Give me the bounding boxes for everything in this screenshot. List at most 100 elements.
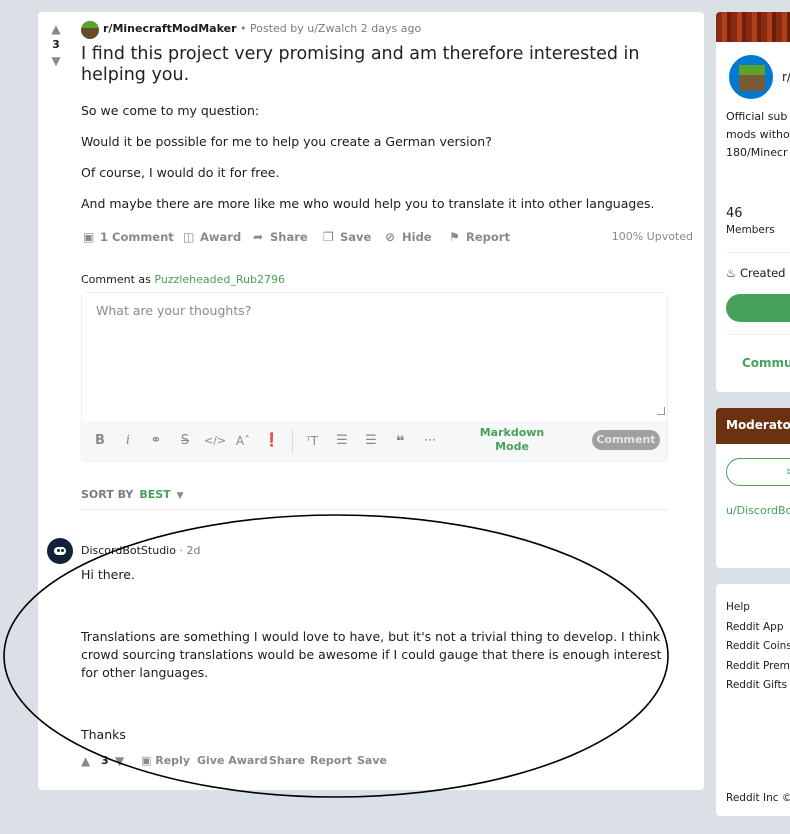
footer-links-card: Help Reddit App Reddit Coins Reddit Prem… <box>716 584 790 816</box>
strikethrough-icon[interactable]: S <box>175 431 195 451</box>
heading-icon[interactable]: ᵀT <box>302 431 322 451</box>
community-description: Official sub a tool that mods witho http… <box>726 110 790 159</box>
post-score: 3 <box>52 38 60 51</box>
comment-paragraph: Hi there. <box>81 567 135 582</box>
comment-paragraph: Translations are something I would love … <box>81 629 662 680</box>
bot-eye <box>61 549 64 552</box>
give-award-button[interactable]: Give Award <box>197 752 268 770</box>
comment-share-button[interactable]: Share <box>269 752 305 770</box>
bulleted-list-icon[interactable]: ☰ <box>332 431 352 451</box>
upvote-arrow-icon[interactable]: ▲ <box>48 22 64 36</box>
footer-link[interactable]: Help <box>726 598 790 618</box>
sort-value[interactable]: BEST <box>139 488 170 501</box>
gift-icon: ◫ <box>183 230 195 244</box>
share-button[interactable]: ➦ Share <box>253 228 308 246</box>
markdown-mode-button[interactable]: Markdown Mode <box>477 426 547 454</box>
moderators-header: Moderato <box>716 408 790 444</box>
bookmark-icon: ❐ <box>323 230 334 244</box>
superscript-icon[interactable]: Aˆ <box>233 431 253 451</box>
share-icon: ➦ <box>253 230 264 244</box>
hide-icon: ⊘ <box>385 230 396 244</box>
comments-button[interactable]: ▣ 1 Comment <box>83 228 174 246</box>
post-vote-column: ▲ 3 ▼ <box>48 22 64 68</box>
resize-grip-icon[interactable] <box>657 407 665 415</box>
award-label: Award <box>200 230 242 244</box>
community-options-link[interactable]: Commu <box>742 356 790 370</box>
report-button[interactable]: ⚑ Report <box>449 228 510 246</box>
reply-label: Reply <box>155 754 190 767</box>
comment-score: 3 <box>101 754 109 767</box>
post-actions: ▣ 1 Comment ◫ Award ➦ Share ❐ Save ⊘ Hide ⚑ Re… <box>83 228 693 246</box>
comment-paragraph: Thanks <box>81 727 126 742</box>
moderators-title: Moderato <box>726 418 790 432</box>
comment-meta: DiscordBotStudio · 2d <box>81 544 200 557</box>
comment-report-button[interactable]: Report <box>310 752 352 770</box>
divider <box>726 334 790 335</box>
submit-comment-button[interactable]: Comment <box>592 430 660 450</box>
reply-icon: ▣ <box>141 754 152 767</box>
bot-face-icon <box>54 547 66 555</box>
posted-by[interactable]: • Posted by u/Zwalch 2 days ago <box>240 22 421 35</box>
comment-as-label: Comment as <box>81 273 151 286</box>
divider <box>726 252 790 253</box>
comment-author-avatar[interactable] <box>47 538 73 564</box>
moderator-link[interactable]: u/DiscordBo <box>726 504 790 517</box>
comment-save-button[interactable]: Save <box>357 752 387 770</box>
downvote-arrow-icon[interactable]: ▼ <box>48 54 64 68</box>
link-icon[interactable]: ⚭ <box>146 431 166 451</box>
quote-block-icon[interactable]: ❝ <box>390 431 410 451</box>
comment-icon: ▣ <box>83 230 95 244</box>
chevron-down-icon[interactable]: ▼ <box>177 491 184 501</box>
community-name[interactable]: r/ <box>782 70 790 84</box>
comments-label: 1 Comment <box>100 230 174 244</box>
grass-block-icon <box>739 65 765 91</box>
bold-icon[interactable]: B <box>90 431 110 451</box>
community-info-card: r/ Official sub a tool that mods witho h… <box>716 12 790 392</box>
created-row: ♨ Created <box>726 266 785 280</box>
footer-link[interactable]: Reddit App <box>726 618 790 638</box>
spoiler-icon[interactable]: ❗ <box>262 431 282 451</box>
join-button[interactable] <box>726 294 790 322</box>
flag-icon: ⚑ <box>449 230 460 244</box>
inline-code-icon[interactable]: </> <box>204 431 226 451</box>
comment-author[interactable]: DiscordBotStudio <box>81 544 176 557</box>
share-label: Share <box>270 230 308 244</box>
save-button[interactable]: ❐ Save <box>323 228 371 246</box>
subreddit-link[interactable]: r/MinecraftModMaker <box>103 22 237 35</box>
post-paragraph: Would it be possible for me to help you … <box>81 134 492 149</box>
comment-as-username[interactable]: Puzzleheaded_Rub2796 <box>154 273 285 286</box>
members-count: 46 <box>726 206 743 221</box>
footer-link[interactable]: Reddit Coins <box>726 637 790 657</box>
community-banner <box>716 12 790 42</box>
post-title[interactable]: I find this project very promising and a… <box>81 44 701 86</box>
moderators-card: Moderato ✉ u/DiscordBo <box>716 408 790 568</box>
bot-eye <box>57 549 60 552</box>
editor-toolbar: B i ⚭ S </> Aˆ ❗ ᵀT ☰ ☰ ❝ ⋯ Markdown Mod… <box>82 421 667 461</box>
comment-textarea[interactable] <box>82 293 667 419</box>
comment-time[interactable]: · 2d <box>179 544 200 557</box>
message-mods-button[interactable]: ✉ <box>726 458 790 486</box>
more-options-icon[interactable]: ⋯ <box>420 431 440 451</box>
post-paragraph: And maybe there are more like me who wou… <box>81 196 655 211</box>
footer-link[interactable]: Reddit Gifts <box>726 676 790 696</box>
created-label: Created <box>739 266 786 280</box>
hide-button[interactable]: ⊘ Hide <box>385 228 432 246</box>
italic-icon[interactable]: i <box>118 431 138 451</box>
footer-links: Help Reddit App Reddit Coins Reddit Prem… <box>726 598 790 696</box>
hide-label: Hide <box>402 230 432 244</box>
footer-link[interactable]: Reddit Premi <box>726 657 790 677</box>
subreddit-avatar[interactable] <box>81 21 99 39</box>
reply-button[interactable]: ▣ Reply <box>141 752 190 770</box>
community-avatar[interactable] <box>726 52 776 102</box>
comment-editor: B i ⚭ S </> Aˆ ❗ ᵀT ☰ ☰ ❝ ⋯ Markdown Mod… <box>81 292 668 462</box>
numbered-list-icon[interactable]: ☰ <box>361 431 381 451</box>
comment-upvote-arrow-icon[interactable]: ▲ <box>81 752 90 770</box>
post-card: ▲ 3 ▼ r/MinecraftModMaker • Posted by u/… <box>38 12 704 790</box>
post-paragraph: So we come to my question: <box>81 103 260 118</box>
comment-as: Comment as Puzzleheaded_Rub2796 <box>81 273 285 286</box>
cake-icon: ♨ <box>726 266 737 280</box>
sort-control[interactable]: SORT BY BEST ▼ <box>81 488 668 510</box>
award-button[interactable]: ◫ Award <box>183 228 241 246</box>
comment-downvote-arrow-icon[interactable]: ▼ <box>115 752 124 770</box>
post-meta: r/MinecraftModMaker • Posted by u/Zwalch… <box>103 21 421 37</box>
